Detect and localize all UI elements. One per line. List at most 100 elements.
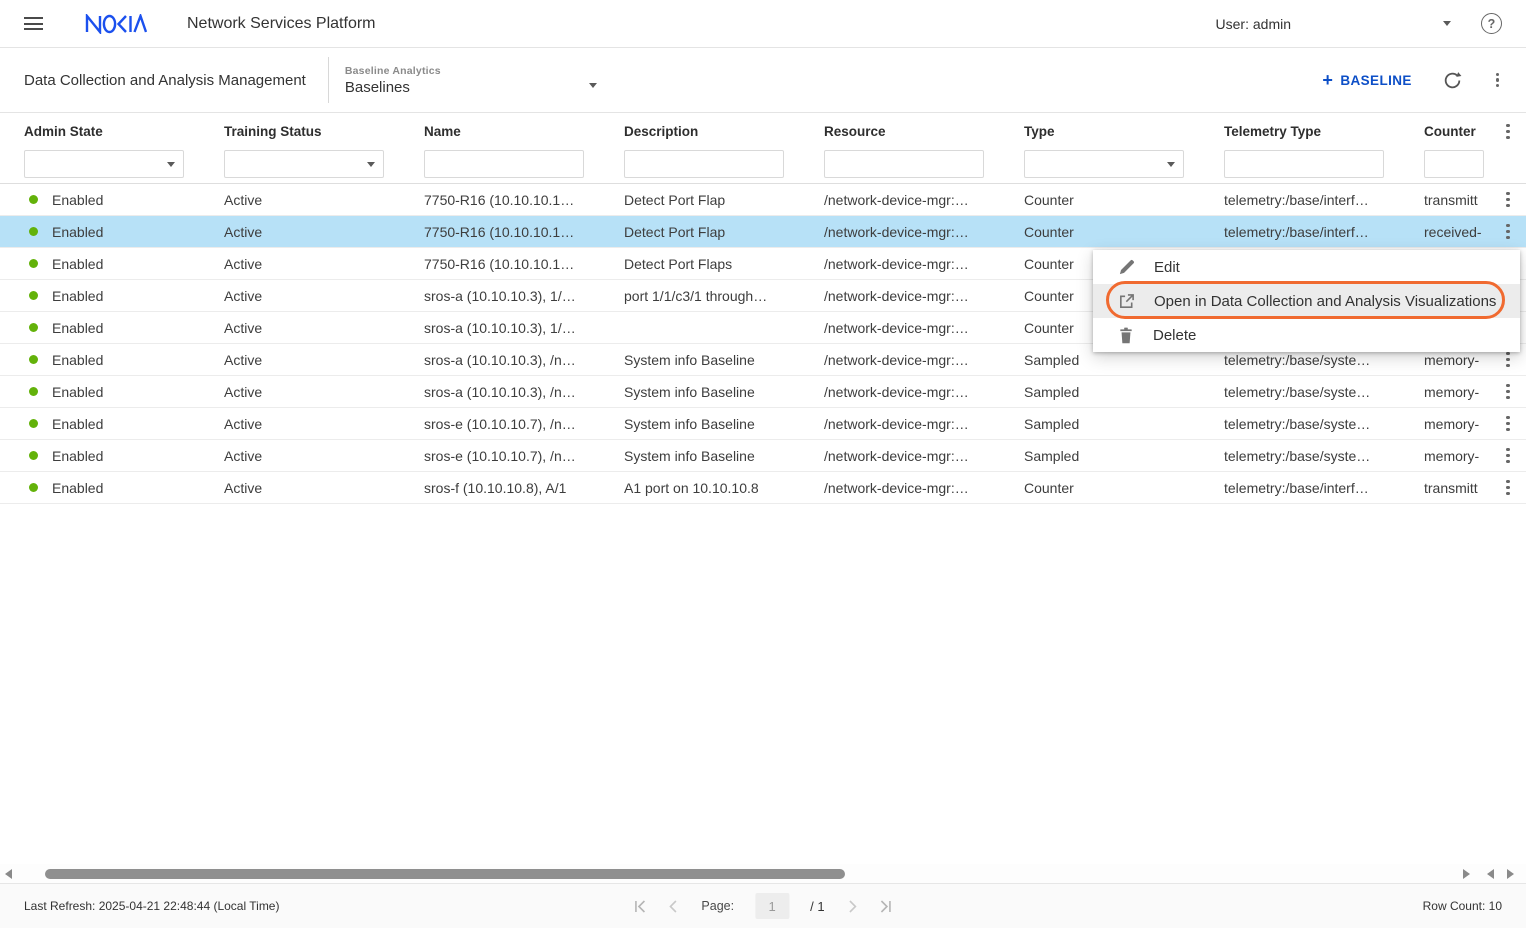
training-status-cell: Active <box>224 192 424 208</box>
add-baseline-button-label: BASELINE <box>1340 73 1411 88</box>
resource-cell: /network-device-mgr:… <box>824 192 1024 208</box>
column-header-admin-state[interactable]: Admin State <box>24 124 224 139</box>
context-menu-item-label: Edit <box>1154 259 1180 276</box>
context-menu-item-delete[interactable]: Delete <box>1093 318 1520 352</box>
row-kebab-menu[interactable] <box>1490 477 1526 498</box>
scroll-column-left-icon[interactable] <box>1487 869 1494 879</box>
hamburger-menu-icon[interactable] <box>24 17 43 30</box>
admin-state-cell: Enabled <box>24 224 224 240</box>
column-header-telemetry-type[interactable]: Telemetry Type <box>1224 124 1424 139</box>
last-refresh-text: Last Refresh: 2025-04-21 22:48:44 (Local… <box>24 899 279 913</box>
row-kebab-menu[interactable] <box>1490 189 1526 210</box>
view-selector-dropdown[interactable]: Baseline Analytics Baselines <box>345 65 597 96</box>
admin-state-value: Enabled <box>52 480 103 496</box>
admin-state-value: Enabled <box>52 288 103 304</box>
view-selector-value: Baselines <box>345 79 597 96</box>
scroll-column-right-icon[interactable] <box>1507 869 1514 879</box>
filter-name[interactable] <box>424 150 584 178</box>
row-kebab-menu[interactable] <box>1490 445 1526 466</box>
column-header-training-status[interactable]: Training Status <box>224 124 424 139</box>
filter-telemetry-type-input[interactable] <box>1225 151 1383 177</box>
resource-cell: /network-device-mgr:… <box>824 224 1024 240</box>
table-header-kebab-menu[interactable] <box>1490 121 1526 142</box>
edit-icon <box>1118 259 1135 276</box>
admin-state-value: Enabled <box>52 448 103 464</box>
admin-state-value: Enabled <box>52 192 103 208</box>
admin-state-cell: Enabled <box>24 448 224 464</box>
page-title: Data Collection and Analysis Management <box>24 72 306 89</box>
filter-type[interactable] <box>1024 150 1184 178</box>
refresh-button[interactable] <box>1442 70 1463 91</box>
filter-counter[interactable] <box>1424 150 1484 178</box>
filter-name-input[interactable] <box>425 151 583 177</box>
filter-admin-state[interactable] <box>24 150 184 178</box>
row-kebab-menu[interactable] <box>1490 413 1526 434</box>
table-row[interactable]: Enabled Active sros-e (10.10.10.7), /n… … <box>0 408 1526 440</box>
table-row[interactable]: Enabled Active sros-e (10.10.10.7), /n… … <box>0 440 1526 472</box>
filter-caret-icon <box>1167 162 1175 167</box>
page-label: Page: <box>701 899 734 913</box>
type-cell: Counter <box>1024 192 1224 208</box>
toolbar-kebab-menu[interactable] <box>1493 70 1502 91</box>
delete-icon <box>1118 327 1134 344</box>
resource-cell: /network-device-mgr:… <box>824 320 1024 336</box>
counter-cell: memory- <box>1424 384 1490 400</box>
page-number-input[interactable]: 1 <box>755 893 789 919</box>
training-status-cell: Active <box>224 448 424 464</box>
scroll-left-icon[interactable] <box>5 869 12 879</box>
row-kebab-menu[interactable] <box>1490 349 1526 370</box>
last-page-icon[interactable] <box>880 900 893 913</box>
training-status-cell: Active <box>224 384 424 400</box>
column-header-description[interactable]: Description <box>624 124 824 139</box>
telemetry-type-cell: telemetry:/base/syste… <box>1224 416 1424 432</box>
context-menu-item-label: Open in Data Collection and Analysis Vis… <box>1154 293 1496 310</box>
admin-state-value: Enabled <box>52 416 103 432</box>
filter-resource-input[interactable] <box>825 151 983 177</box>
counter-cell: memory- <box>1424 416 1490 432</box>
open-in-new-icon <box>1118 293 1135 310</box>
table-row[interactable]: Enabled Active 7750-R16 (10.10.10.1… Det… <box>0 216 1526 248</box>
column-header-type[interactable]: Type <box>1024 124 1224 139</box>
admin-state-cell: Enabled <box>24 288 224 304</box>
horizontal-scrollbar <box>0 864 1526 884</box>
filter-description[interactable] <box>624 150 784 178</box>
scroll-right-icon[interactable] <box>1463 869 1470 879</box>
admin-state-value: Enabled <box>52 352 103 368</box>
row-kebab-menu[interactable] <box>1490 221 1526 242</box>
prev-page-icon[interactable] <box>667 900 680 913</box>
name-cell: sros-e (10.10.10.7), /n… <box>424 448 624 464</box>
context-menu-item-edit[interactable]: Edit <box>1093 250 1520 284</box>
filter-counter-input[interactable] <box>1425 151 1483 177</box>
training-status-cell: Active <box>224 352 424 368</box>
description-cell: port 1/1/c3/1 through… <box>624 288 824 304</box>
description-cell: System info Baseline <box>624 448 824 464</box>
admin-state-cell: Enabled <box>24 480 224 496</box>
status-dot-icon <box>29 291 38 300</box>
user-menu-caret-icon[interactable] <box>1443 21 1451 26</box>
context-menu-item-label: Delete <box>1153 327 1196 344</box>
column-header-name[interactable]: Name <box>424 124 624 139</box>
first-page-icon[interactable] <box>633 900 646 913</box>
resource-cell: /network-device-mgr:… <box>824 480 1024 496</box>
filter-caret-icon <box>167 162 175 167</box>
table-row[interactable]: Enabled Active sros-a (10.10.10.3), /n… … <box>0 376 1526 408</box>
filter-resource[interactable] <box>824 150 984 178</box>
user-menu-label[interactable]: User: admin <box>1216 16 1291 32</box>
table-row[interactable]: Enabled Active 7750-R16 (10.10.10.1… Det… <box>0 184 1526 216</box>
filter-training-status[interactable] <box>224 150 384 178</box>
description-cell: Detect Port Flap <box>624 224 824 240</box>
type-cell: Sampled <box>1024 416 1224 432</box>
next-page-icon[interactable] <box>846 900 859 913</box>
row-kebab-menu[interactable] <box>1490 381 1526 402</box>
column-header-counter[interactable]: Counter <box>1424 124 1490 139</box>
scrollbar-thumb[interactable] <box>45 869 845 879</box>
column-header-resource[interactable]: Resource <box>824 124 1024 139</box>
type-cell: Counter <box>1024 224 1224 240</box>
filter-description-input[interactable] <box>625 151 783 177</box>
add-baseline-button[interactable]: + BASELINE <box>1322 71 1411 89</box>
filter-telemetry-type[interactable] <box>1224 150 1384 178</box>
app-title: Network Services Platform <box>187 15 376 33</box>
help-icon[interactable]: ? <box>1481 13 1502 34</box>
table-row[interactable]: Enabled Active sros-f (10.10.10.8), A/1 … <box>0 472 1526 504</box>
context-menu-item-open-visualizations[interactable]: Open in Data Collection and Analysis Vis… <box>1093 284 1520 318</box>
